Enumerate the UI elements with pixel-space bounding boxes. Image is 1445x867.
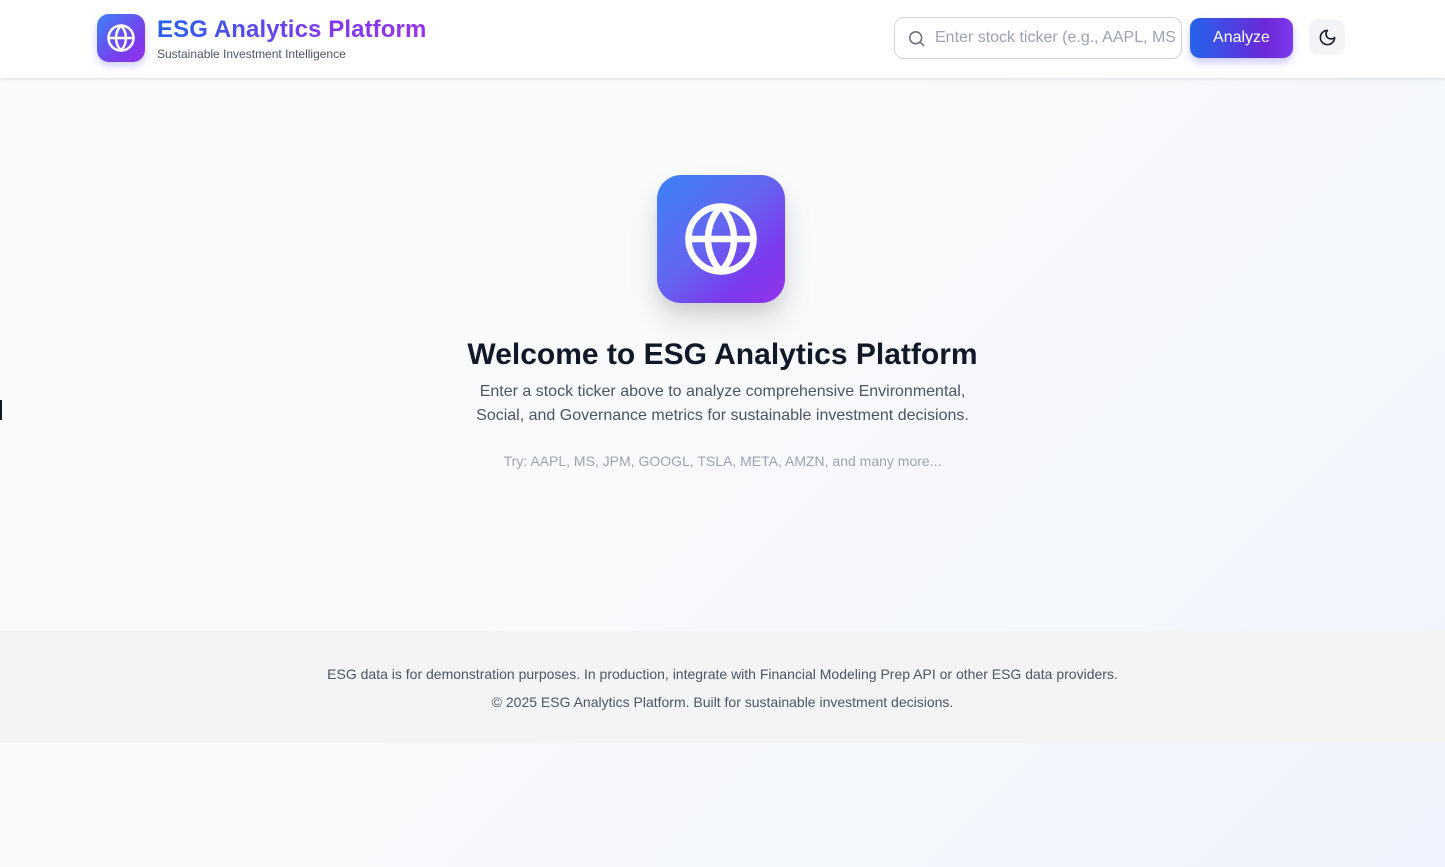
footer-copyright: © 2025 ESG Analytics Platform. Built for… — [491, 694, 954, 710]
app-subtitle: Sustainable Investment Intelligence — [157, 46, 346, 61]
text-cursor-mark — [0, 400, 2, 420]
app-header: ESG Analytics Platform Sustainable Inves… — [0, 0, 1445, 78]
analyze-button[interactable]: Analyze — [1190, 18, 1293, 58]
hero-globe-icon — [657, 175, 785, 303]
welcome-description: Enter a stock ticker above to analyze co… — [476, 383, 969, 424]
footer: ESG data is for demonstration purposes. … — [0, 631, 1445, 743]
ticker-hint: Try: AAPL, MS, JPM, GOOGL, TSLA, META, A… — [503, 453, 942, 469]
search-box[interactable] — [894, 17, 1182, 59]
footer-disclaimer: ESG data is for demonstration purposes. … — [327, 666, 1118, 682]
app-title: ESG Analytics Platform — [157, 15, 427, 43]
theme-toggle-button[interactable] — [1309, 19, 1345, 55]
search-icon — [908, 30, 925, 47]
ticker-search-input[interactable] — [935, 18, 1175, 58]
welcome-title: Welcome to ESG Analytics Platform — [467, 338, 978, 371]
brand[interactable]: ESG Analytics Platform Sustainable Inves… — [97, 14, 426, 62]
globe-icon — [97, 14, 145, 62]
moon-icon — [1319, 29, 1335, 45]
